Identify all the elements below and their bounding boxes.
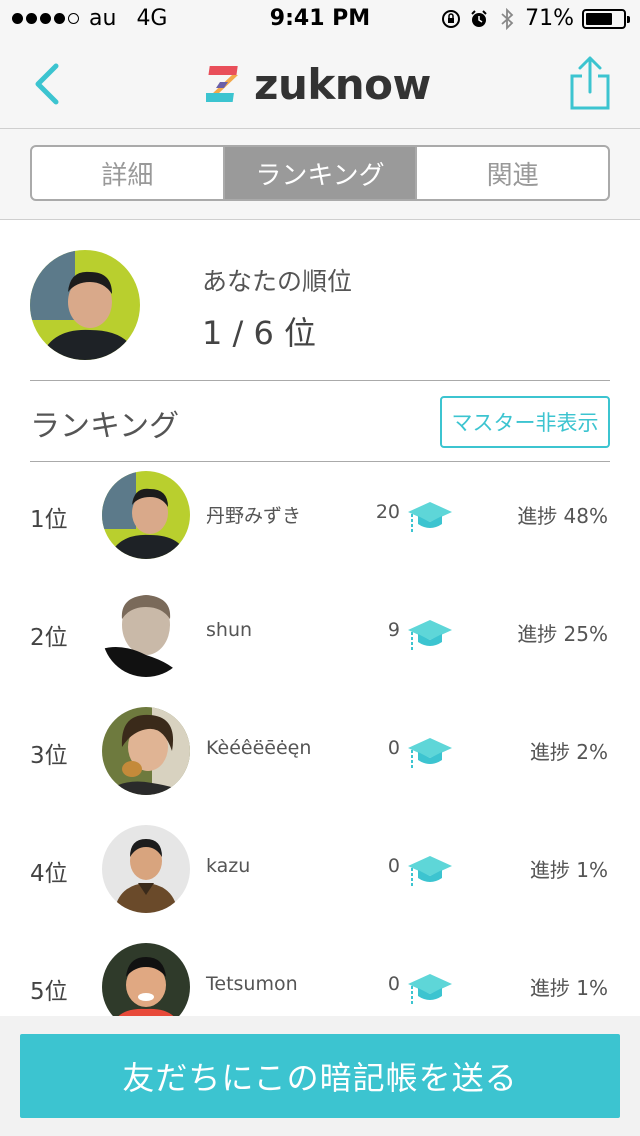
alarm-icon <box>469 9 489 29</box>
app-name: zuknow <box>254 59 431 109</box>
ranking-row[interactable]: 1位 丹野みずき 20 進捗 48% <box>30 456 610 574</box>
rank-position: 2位 <box>30 625 68 651</box>
user-name: Tetsumon <box>206 973 298 995</box>
user-avatar <box>102 825 190 913</box>
graduation-cap-icon <box>408 974 452 1004</box>
my-rank-value: 1 / 6 位 <box>202 314 317 352</box>
tab-related[interactable]: 関連 <box>417 147 608 199</box>
rotation-lock-icon <box>441 9 461 29</box>
rank-position: 4位 <box>30 861 68 887</box>
share-button[interactable] <box>568 54 612 110</box>
app-logo: zuknow <box>206 59 431 109</box>
progress-label: 進捗 1% <box>529 976 608 1000</box>
user-name: kazu <box>206 855 251 877</box>
my-rank-section: あなたの順位 1 / 6 位 <box>30 220 610 381</box>
navigation-bar: zuknow <box>0 40 640 129</box>
my-rank-label: あなたの順位 <box>202 267 353 296</box>
user-avatar <box>102 471 190 559</box>
ranking-row[interactable]: 2位 shun 9 進捗 25% <box>30 574 610 692</box>
user-name: Kèéêëēėęn <box>206 737 312 759</box>
user-avatar <box>102 707 190 795</box>
mastered-count: 0 <box>387 737 400 759</box>
user-avatar <box>102 943 190 1016</box>
mastered-count: 9 <box>387 619 400 641</box>
user-name: shun <box>206 619 253 641</box>
mastered-count: 0 <box>387 973 400 995</box>
back-button[interactable] <box>28 60 68 108</box>
bluetooth-icon <box>497 7 517 30</box>
rank-position: 5位 <box>30 979 68 1005</box>
tab-ranking[interactable]: ランキング <box>224 147 418 199</box>
zuknow-logo-icon <box>206 66 238 102</box>
ranking-row[interactable]: 5位 Tetsumon 0 進捗 1% <box>30 928 610 1016</box>
mastered-count: 20 <box>375 501 400 523</box>
rank-position: 3位 <box>30 743 68 769</box>
ranking-row[interactable]: 4位 kazu 0 進捗 1% <box>30 810 610 928</box>
battery-percent: 71% <box>525 6 574 31</box>
chevron-left-icon <box>35 63 59 105</box>
progress-label: 進捗 25% <box>517 622 608 646</box>
share-icon <box>570 56 610 110</box>
mastered-count: 0 <box>387 855 400 877</box>
user-avatar <box>102 589 190 677</box>
bottom-bar: 友だちにこの暗記帳を送る <box>0 1016 640 1136</box>
graduation-cap-icon <box>408 738 452 768</box>
ranking-title: ランキング <box>30 409 180 444</box>
ranking-row[interactable]: 3位 Kèéêëēėęn 0 進捗 2% <box>30 692 610 810</box>
segmented-tabs: 詳細 ランキング 関連 <box>30 145 610 201</box>
graduation-cap-icon <box>408 502 452 532</box>
tab-details[interactable]: 詳細 <box>32 147 225 199</box>
ranking-header: ランキング マスター非表示 <box>30 381 610 462</box>
tab-bar-container: 詳細 ランキング 関連 <box>0 129 640 220</box>
graduation-cap-icon <box>408 856 452 886</box>
status-bar: au 4G 9:41 PM 71% <box>0 0 640 40</box>
progress-label: 進捗 48% <box>517 504 608 528</box>
battery-icon <box>582 8 630 29</box>
hide-master-button[interactable]: マスター非表示 <box>440 396 610 448</box>
user-name: 丹野みずき <box>206 505 302 527</box>
send-to-friends-button[interactable]: 友だちにこの暗記帳を送る <box>20 1034 620 1118</box>
graduation-cap-icon <box>408 620 452 650</box>
my-avatar <box>30 250 140 360</box>
rank-position: 1位 <box>30 507 68 533</box>
progress-label: 進捗 1% <box>529 858 608 882</box>
progress-label: 進捗 2% <box>529 740 608 764</box>
